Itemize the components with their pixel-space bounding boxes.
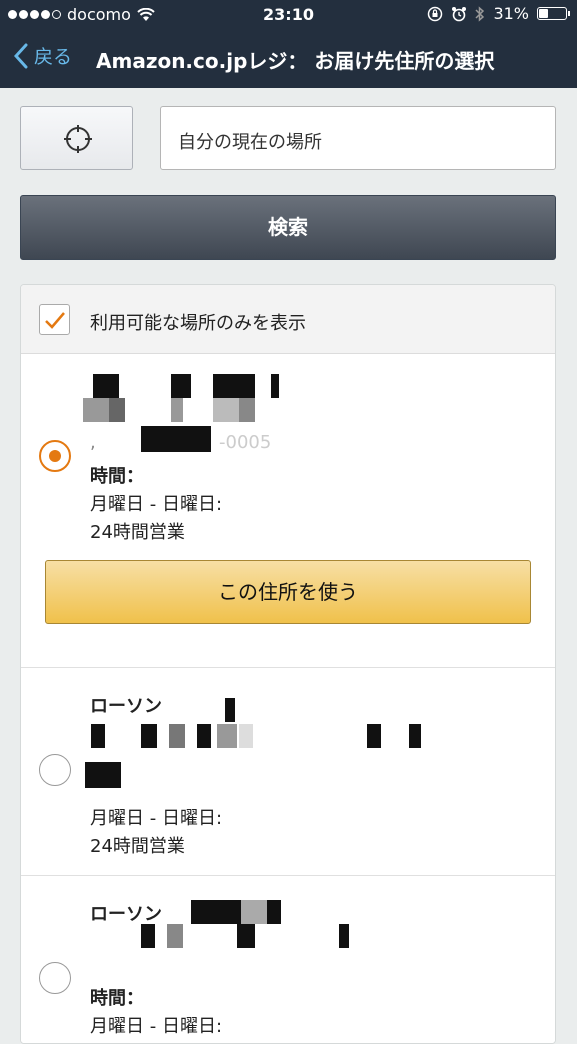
search-button[interactable]: 検索 — [20, 195, 556, 260]
open-days: 月曜日 - 日曜日: — [90, 1016, 223, 1037]
redacted-address — [91, 900, 391, 980]
store-option-2[interactable]: ローソン 月曜日 - 日曜日: 24時間営業 — [21, 668, 555, 876]
store-option-3[interactable]: ローソン 時間： 月曜日 - 日曜日: — [21, 876, 555, 1043]
store-radio-2[interactable] — [39, 754, 71, 786]
use-this-address-button[interactable]: この住所を使う — [45, 560, 531, 624]
available-only-filter[interactable]: 利用可能な場所のみを表示 — [21, 285, 555, 354]
bluetooth-icon — [475, 5, 485, 22]
navigation-bar: 戻る Amazon.co.jpレジ： お届け先住所の選択 — [0, 30, 577, 88]
redacted-name — [83, 374, 303, 424]
top-bar: docomo 23:10 31% 戻る Amazon.co.jpレジ： お届け先… — [0, 0, 577, 88]
back-label: 戻る — [34, 46, 73, 68]
pickup-location-list: 利用可能な場所のみを表示 , -0005 時間： 月曜日 - 日曜日: 24時間… — [20, 284, 556, 1044]
current-location-button[interactable] — [20, 106, 133, 170]
filter-label: 利用可能な場所のみを表示 — [90, 313, 306, 334]
available-only-checkbox[interactable] — [39, 304, 70, 335]
battery-percent: 31% — [493, 4, 529, 23]
store-radio-3[interactable] — [39, 962, 71, 994]
redacted-address — [141, 426, 211, 452]
status-bar: docomo 23:10 31% — [0, 0, 577, 30]
rotation-lock-icon — [428, 6, 443, 21]
redacted-address — [85, 696, 431, 788]
alarm-icon — [452, 6, 467, 21]
store-option-1[interactable]: , -0005 時間： 月曜日 - 日曜日: 24時間営業 この住所を使う — [21, 354, 555, 668]
store-radio-1[interactable] — [39, 440, 71, 472]
hours-label: 時間： — [90, 988, 144, 1009]
postal-code-fragment: -0005 — [219, 432, 272, 453]
open-days: 月曜日 - 日曜日: — [90, 808, 223, 829]
chevron-left-icon — [14, 43, 28, 68]
checkmark-icon — [45, 312, 65, 329]
battery-icon — [537, 7, 570, 20]
address-fragment: , — [90, 432, 96, 453]
open-days: 月曜日 - 日曜日: — [90, 494, 223, 515]
crosshair-icon — [64, 125, 92, 153]
page-title: Amazon.co.jpレジ： お届け先住所の選択 — [96, 49, 495, 73]
open-hours: 24時間営業 — [90, 836, 185, 857]
hours-label: 時間： — [90, 466, 144, 487]
location-search-input[interactable]: 自分の現在の場所 — [160, 106, 556, 170]
back-button[interactable]: 戻る — [14, 42, 72, 69]
open-hours: 24時間営業 — [90, 522, 185, 543]
